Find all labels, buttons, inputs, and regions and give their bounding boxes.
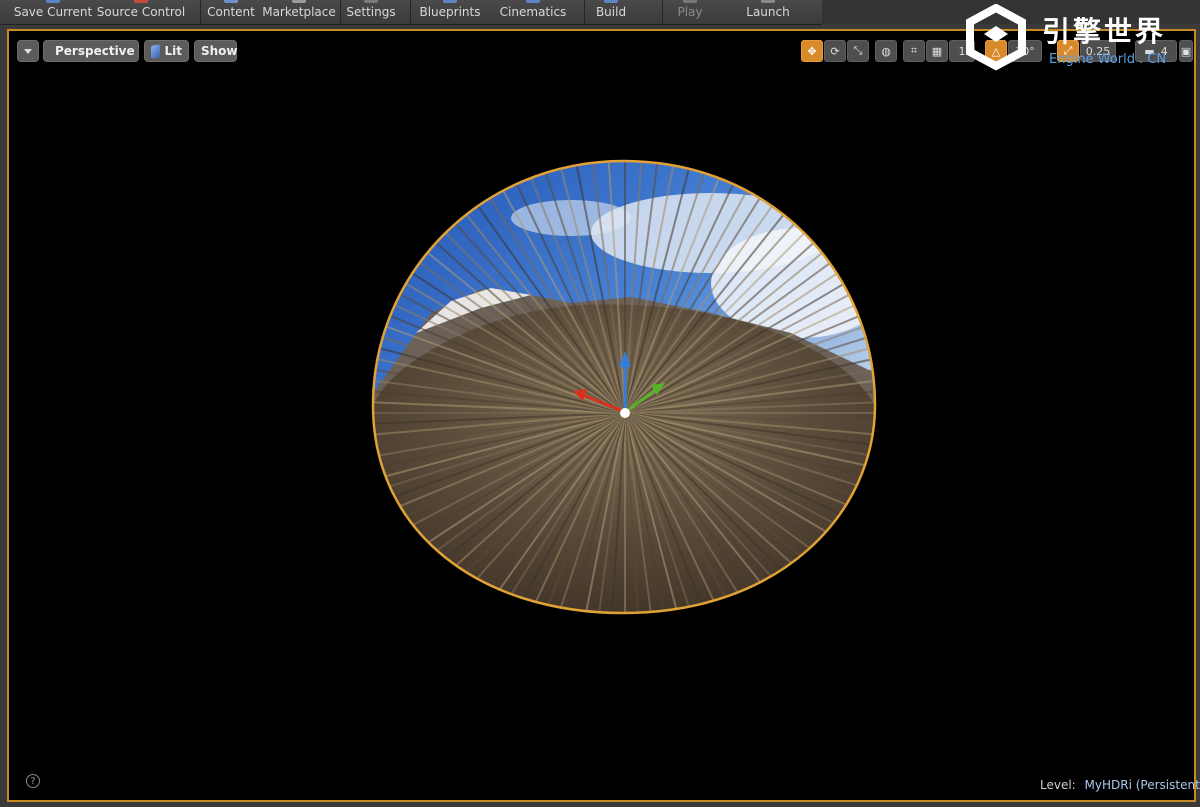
launch-icon (761, 0, 775, 3)
viewport-canvas[interactable]: Perspective Lit Show ✥ ⟳ ⤡ ◍ ⌗ ▦ 1 △ 10°… (11, 33, 1193, 798)
toolbar-separator (200, 0, 201, 24)
content-button[interactable]: Content (202, 0, 260, 24)
settings-label: Settings (346, 5, 396, 19)
cinematics-label: Cinematics (499, 5, 567, 19)
settings-icon (364, 0, 378, 3)
engine-world-logo-icon (966, 4, 1026, 71)
level-viewport[interactable]: Perspective Lit Show ✥ ⟳ ⤡ ◍ ⌗ ▦ 1 △ 10°… (7, 29, 1196, 802)
watermark-title: 引擎世界 (1042, 15, 1167, 48)
watermark-subtitle: Engine World . CN (1049, 52, 1167, 67)
save-icon (46, 0, 60, 3)
settings-button[interactable]: Settings (342, 0, 400, 24)
launch-label: Launch (746, 5, 790, 19)
marketplace-button[interactable]: Marketplace (262, 0, 336, 24)
viewport-scene[interactable] (11, 33, 1192, 798)
level-label: Level: (1040, 778, 1076, 792)
source-control-label: Source Control (96, 5, 186, 19)
marketplace-icon (292, 0, 306, 3)
build-button[interactable]: Build (586, 0, 636, 24)
save-current-label: Save Current (13, 5, 93, 19)
toolbar-separator (340, 0, 341, 24)
content-icon (224, 0, 238, 3)
save-current-button[interactable]: Save Current (10, 0, 96, 24)
content-label: Content (207, 5, 255, 19)
help-icon[interactable]: ? (26, 774, 40, 788)
play-label: Play (677, 5, 703, 19)
level-name: MyHDRi (Persistent) (1084, 778, 1200, 792)
play-icon (683, 0, 697, 3)
toolbar-separator (410, 0, 411, 24)
build-label: Build (595, 5, 627, 19)
cinematics-icon (526, 0, 540, 3)
gizmo-pivot-icon[interactable] (620, 408, 630, 418)
blueprints-label: Blueprints (419, 5, 481, 19)
toolbar-separator (584, 0, 585, 24)
source-control-button[interactable]: Source Control (96, 0, 186, 24)
play-button[interactable]: Play (664, 0, 716, 24)
marketplace-label: Marketplace (262, 5, 336, 19)
build-icon (604, 0, 618, 3)
launch-button[interactable]: Launch (738, 0, 798, 24)
source-control-icon (134, 0, 148, 3)
blueprints-icon (443, 0, 457, 3)
toolbar-separator (662, 0, 663, 24)
level-info: Level: MyHDRi (Persistent) (1040, 778, 1200, 792)
blueprints-button[interactable]: Blueprints (412, 0, 488, 24)
cinematics-button[interactable]: Cinematics (492, 0, 574, 24)
main-toolbar: Save Current Source Control Content Mark… (0, 0, 822, 25)
